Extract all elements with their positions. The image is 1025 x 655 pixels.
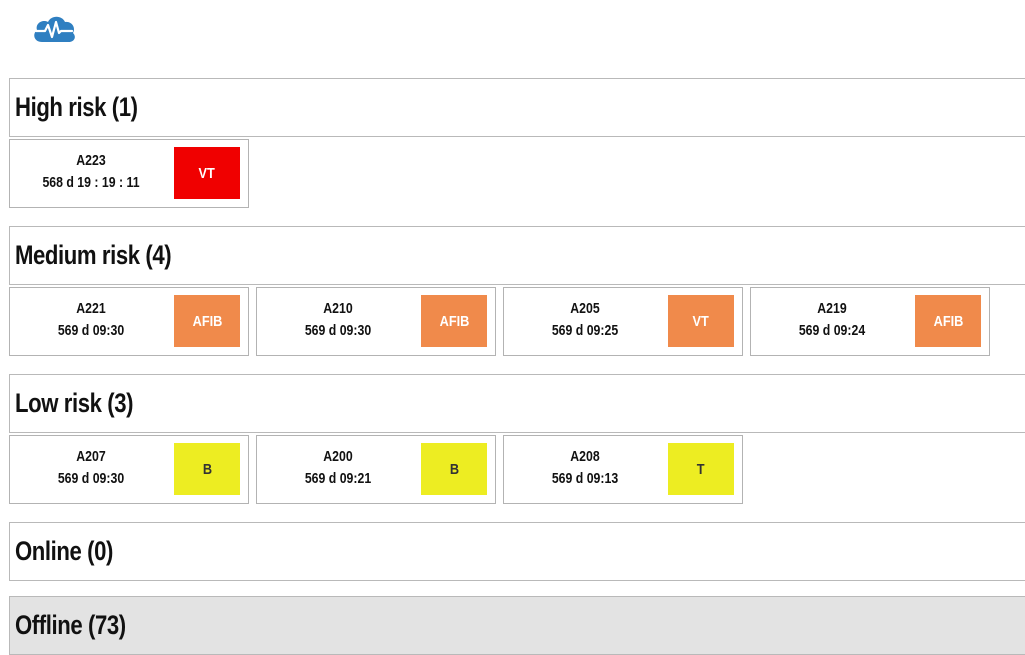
offline-header[interactable]: Offline (73) bbox=[9, 596, 1025, 655]
patient-card-a200[interactable]: A200 569 d 09:21 B bbox=[256, 435, 496, 504]
patient-id: A221 bbox=[76, 300, 106, 317]
patient-id: A208 bbox=[570, 448, 600, 465]
patient-elapsed-time: 569 d 09:21 bbox=[304, 470, 372, 487]
patient-card-a221[interactable]: A221 569 d 09:30 AFIB bbox=[9, 287, 249, 356]
low-risk-section: Low risk (3) A207 569 d 09:30 B A200 569… bbox=[9, 374, 1025, 504]
patient-id: A205 bbox=[570, 300, 600, 317]
patient-id: A219 bbox=[817, 300, 847, 317]
patient-elapsed-time: 569 d 09:24 bbox=[798, 322, 866, 339]
patient-card-a207[interactable]: A207 569 d 09:30 B bbox=[9, 435, 249, 504]
online-title: Online (0) bbox=[15, 536, 114, 566]
medium-risk-title: Medium risk (4) bbox=[15, 240, 172, 270]
patient-elapsed-time: 569 d 09:30 bbox=[304, 322, 372, 339]
cloud-heartbeat-icon bbox=[30, 12, 78, 46]
patient-card-a210[interactable]: A210 569 d 09:30 AFIB bbox=[256, 287, 496, 356]
arrhythmia-badge: AFIB bbox=[915, 295, 981, 347]
arrhythmia-badge: B bbox=[421, 443, 487, 495]
patient-card-a219[interactable]: A219 569 d 09:24 AFIB bbox=[750, 287, 990, 356]
medium-risk-header[interactable]: Medium risk (4) bbox=[9, 226, 1025, 285]
offline-section: Offline (73) bbox=[9, 596, 1025, 655]
arrhythmia-badge: VT bbox=[174, 147, 240, 199]
patient-id: A207 bbox=[76, 448, 106, 465]
high-risk-header[interactable]: High risk (1) bbox=[9, 78, 1025, 137]
arrhythmia-badge: B bbox=[174, 443, 240, 495]
high-risk-title: High risk (1) bbox=[15, 92, 138, 122]
online-section: Online (0) bbox=[9, 522, 1025, 581]
arrhythmia-badge: AFIB bbox=[421, 295, 487, 347]
patient-id: A210 bbox=[323, 300, 353, 317]
patient-card-a223[interactable]: A223 568 d 19 : 19 : 11 VT bbox=[9, 139, 249, 208]
patient-id: A200 bbox=[323, 448, 353, 465]
offline-title: Offline (73) bbox=[15, 610, 126, 640]
arrhythmia-badge: AFIB bbox=[174, 295, 240, 347]
patient-elapsed-time: 569 d 09:30 bbox=[57, 322, 125, 339]
low-risk-title: Low risk (3) bbox=[15, 388, 134, 418]
online-header[interactable]: Online (0) bbox=[9, 522, 1025, 581]
patient-card-a205[interactable]: A205 569 d 09:25 VT bbox=[503, 287, 743, 356]
patient-id: A223 bbox=[76, 152, 106, 169]
patient-elapsed-time: 568 d 19 : 19 : 11 bbox=[42, 174, 140, 191]
patient-elapsed-time: 569 d 09:25 bbox=[551, 322, 619, 339]
arrhythmia-badge: T bbox=[668, 443, 734, 495]
patient-elapsed-time: 569 d 09:13 bbox=[551, 470, 619, 487]
low-risk-header[interactable]: Low risk (3) bbox=[9, 374, 1025, 433]
medium-risk-section: Medium risk (4) A221 569 d 09:30 AFIB A2… bbox=[9, 226, 1025, 356]
high-risk-section: High risk (1) A223 568 d 19 : 19 : 11 VT bbox=[9, 78, 1025, 208]
patient-card-a208[interactable]: A208 569 d 09:13 T bbox=[503, 435, 743, 504]
patient-elapsed-time: 569 d 09:30 bbox=[57, 470, 125, 487]
arrhythmia-badge: VT bbox=[668, 295, 734, 347]
